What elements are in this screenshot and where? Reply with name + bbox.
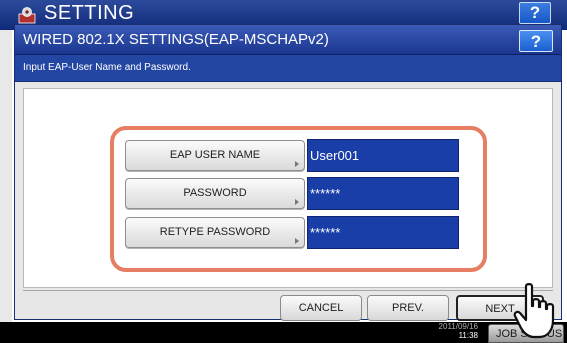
arrow-right-icon [295, 161, 299, 167]
clock-time: 11:38 [458, 331, 478, 340]
arrow-right-icon [295, 238, 299, 244]
eap-user-name-label: EAP USER NAME [169, 149, 261, 161]
retype-password-label: RETYPE PASSWORD [159, 226, 271, 238]
dialog-title-bar: WIRED 802.1X SETTINGS(EAP-MSCHAPv2) ? [15, 25, 561, 55]
background-title: SETTING [44, 2, 135, 24]
background-panel [0, 30, 12, 322]
cancel-button[interactable]: CANCEL [280, 295, 362, 321]
password-label: PASSWORD [183, 187, 247, 199]
hand-pointer-icon [513, 283, 555, 339]
background-help-button[interactable]: ? [519, 2, 551, 24]
eap-user-name-button[interactable]: EAP USER NAME [125, 140, 305, 171]
arrow-right-icon [295, 199, 299, 205]
setting-gear-icon [18, 7, 36, 24]
dialog-title: WIRED 802.1X SETTINGS(EAP-MSCHAPv2) [23, 31, 329, 48]
dialog-help-button[interactable]: ? [519, 30, 553, 52]
retype-password-button[interactable]: RETYPE PASSWORD [125, 217, 305, 248]
clock-date: 2011/09/16 [438, 322, 478, 331]
dialog-message-bar: Input EAP-User Name and Password. [15, 55, 561, 82]
eap-user-name-field[interactable]: User001 [307, 139, 459, 172]
status-bar [0, 322, 567, 343]
dialog-message: Input EAP-User Name and Password. [23, 62, 191, 73]
password-button[interactable]: PASSWORD [125, 178, 305, 209]
eap-settings-dialog: WIRED 802.1X SETTINGS(EAP-MSCHAPv2) ? In… [14, 24, 562, 321]
prev-button[interactable]: PREV. [367, 295, 449, 321]
password-field[interactable]: ****** [307, 177, 459, 210]
footer-divider [23, 290, 553, 291]
screen: SETTING ? 2011/09/16 11:38 JOB STATUS WI… [0, 0, 567, 343]
status-clock: 2011/09/16 11:38 [414, 322, 478, 340]
retype-password-field[interactable]: ****** [307, 216, 459, 249]
